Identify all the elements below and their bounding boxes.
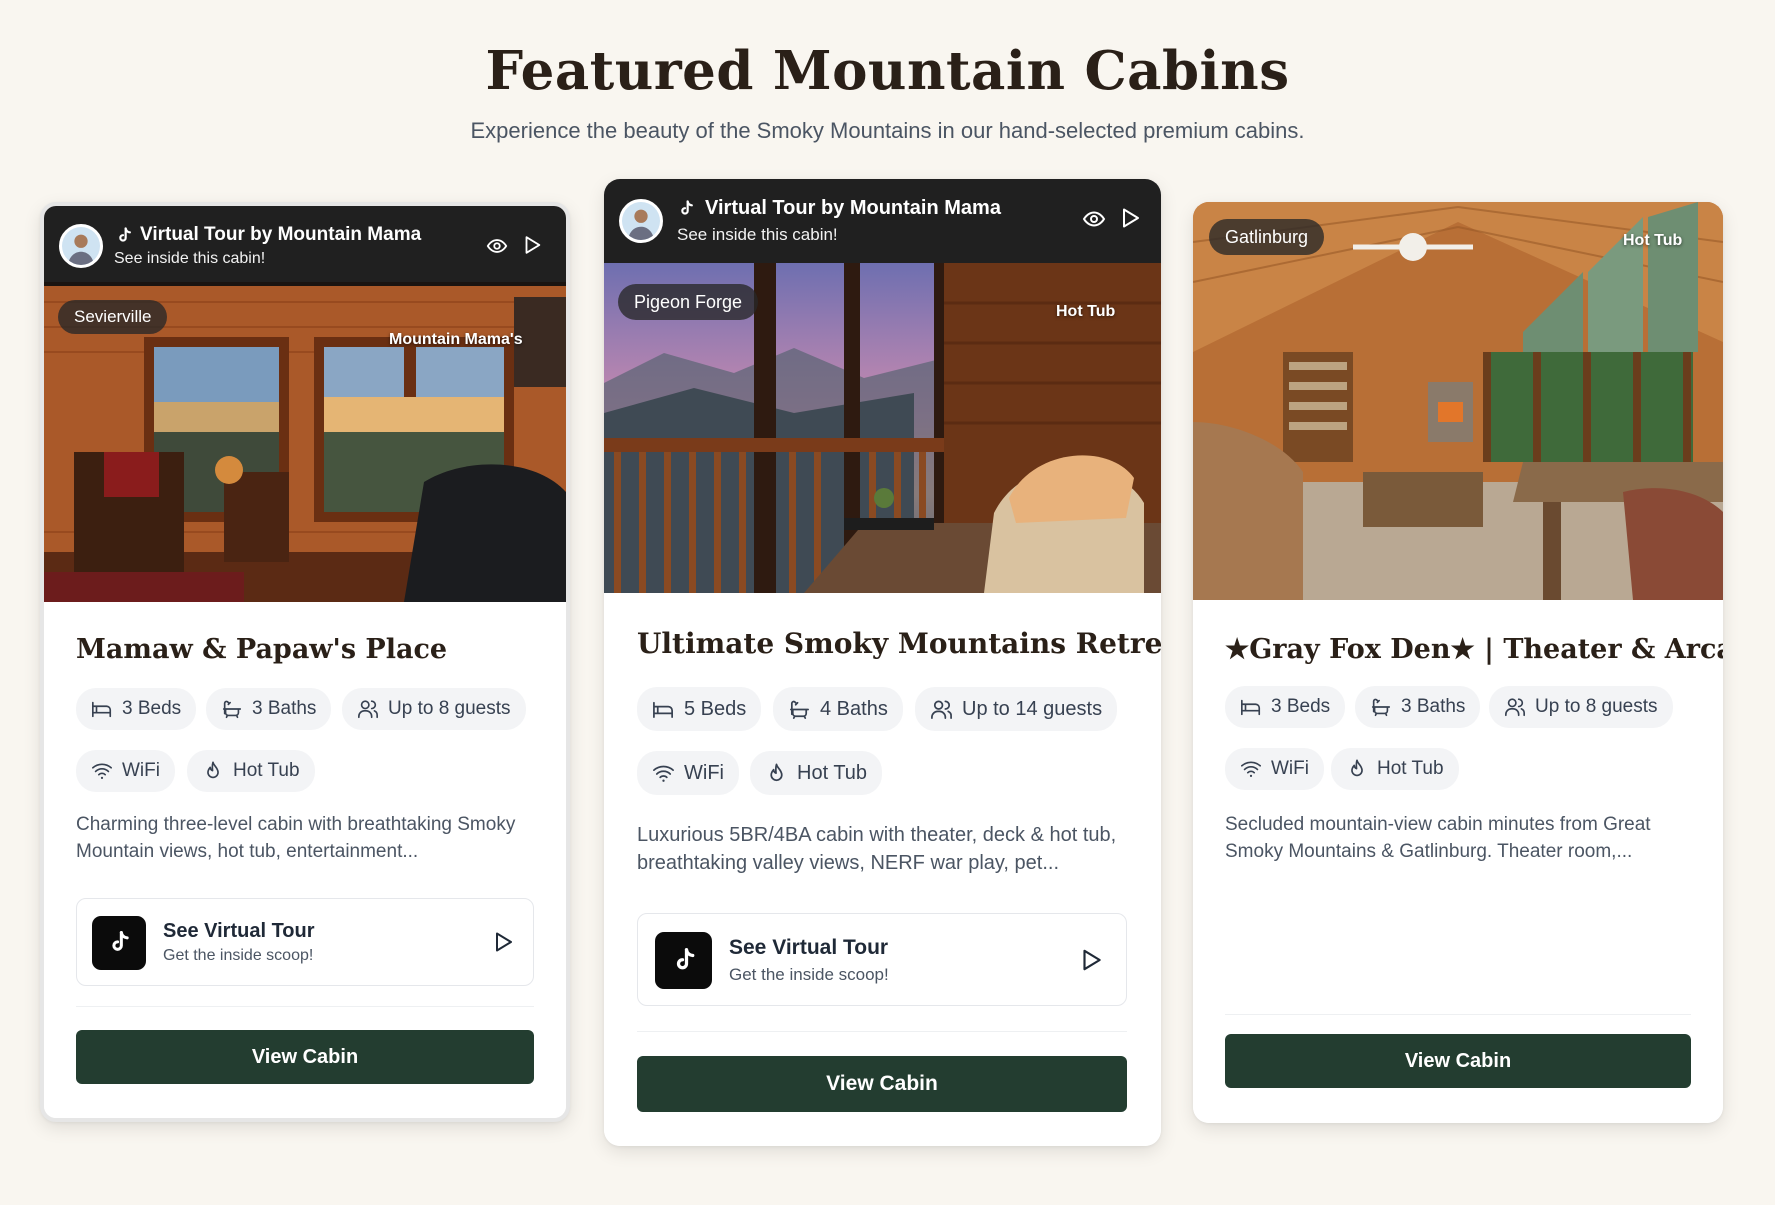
cabin-description: Secluded mountain-view cabin minutes fro… (1225, 814, 1651, 862)
tiktok-icon (669, 946, 699, 976)
divider (637, 1031, 1127, 1032)
guests-label: Up to 8 guests (1535, 696, 1658, 717)
play-icon (491, 930, 515, 954)
view-cabin-button[interactable]: View Cabin (76, 1030, 534, 1084)
guests-label: Up to 8 guests (388, 698, 511, 719)
baths-label: 3 Baths (252, 698, 317, 719)
see-virtual-tour-button[interactable]: See Virtual Tour Get the inside scoop! (637, 913, 1127, 1006)
amenity-pill-hot-tub: Hot Tub (187, 750, 315, 792)
photo-overlay-text: Hot Tub (1056, 303, 1116, 320)
cabin-card-3: Gatlinburg Hot Tub ★Gray Fox Den★ | Thea… (1193, 202, 1723, 1123)
baths-pill: 3 Baths (1355, 686, 1481, 728)
tiktok-icon (114, 226, 134, 246)
section-subtitle: Experience the beauty of the Smoky Mount… (470, 118, 1305, 143)
divider (1225, 1014, 1691, 1015)
virtual-tour-bar[interactable]: Virtual Tour by Mountain Mama See inside… (44, 206, 566, 286)
card-body: Mamaw & Papaw's Place 3 Beds 3 Baths Up … (44, 602, 566, 1118)
virtual-tour-title: See Virtual Tour (163, 920, 315, 942)
tiktok-logo (92, 916, 146, 970)
wifi-icon (91, 760, 113, 782)
eye-icon[interactable] (1082, 207, 1106, 231)
photo-overlay-text: Mountain Mama's (389, 331, 523, 348)
location-badge: Sevierville (58, 300, 168, 334)
cabin-title[interactable]: Mamaw & Papaw's Place (76, 634, 447, 665)
users-icon (1504, 696, 1526, 718)
guests-pill: Up to 8 guests (1489, 686, 1673, 728)
section-title: Featured Mountain Cabins (485, 40, 1290, 102)
play-icon[interactable] (1118, 206, 1142, 230)
bed-icon (1240, 696, 1262, 718)
view-cabin-button[interactable]: View Cabin (637, 1056, 1127, 1112)
amenity-pill-wifi: WiFi (637, 751, 739, 795)
virtual-tour-subtitle: Get the inside scoop! (729, 965, 889, 984)
flame-icon (765, 762, 788, 785)
eye-icon[interactable] (486, 235, 508, 257)
baths-label: 3 Baths (1401, 696, 1466, 717)
tour-subtitle: See inside this cabin! (114, 250, 266, 267)
flame-icon (202, 760, 224, 782)
cabin-description: Luxurious 5BR/4BA cabin with theater, de… (637, 824, 1117, 874)
users-icon (930, 698, 953, 721)
location-badge: Gatlinburg (1209, 219, 1325, 255)
beds-pill: 3 Beds (76, 688, 197, 730)
wifi-icon (1240, 758, 1262, 780)
avatar (59, 224, 103, 268)
amenity-label: WiFi (122, 760, 160, 781)
cabin-photo[interactable] (1193, 202, 1723, 600)
bath-icon (1370, 696, 1392, 718)
see-virtual-tour-button[interactable]: See Virtual Tour Get the inside scoop! (76, 898, 534, 986)
card-body: ★Gray Fox Den★ | Theater & Arcad... 3 Be… (1193, 600, 1723, 1123)
tour-title: Virtual Tour by Mountain Mama (140, 224, 422, 245)
play-icon[interactable] (521, 234, 543, 256)
baths-label: 4 Baths (820, 697, 888, 720)
location-badge: Pigeon Forge (618, 284, 759, 320)
virtual-tour-subtitle: Get the inside scoop! (163, 947, 314, 964)
cabin-card-2: Virtual Tour by Mountain Mama See inside… (604, 179, 1161, 1146)
amenity-label: WiFi (1271, 758, 1309, 779)
virtual-tour-title: See Virtual Tour (729, 936, 889, 959)
amenity-pill-wifi: WiFi (1225, 748, 1324, 790)
tiktok-logo (655, 932, 712, 989)
guests-pill: Up to 8 guests (342, 688, 526, 730)
tiktok-icon (676, 199, 696, 219)
photo-overlay-text: Hot Tub (1623, 232, 1683, 249)
cabin-title[interactable]: ★Gray Fox Den★ | Theater & Arcad... (1225, 634, 1723, 665)
virtual-tour-bar[interactable]: Virtual Tour by Mountain Mama See inside… (604, 179, 1161, 263)
amenity-label: Hot Tub (233, 760, 300, 781)
amenity-label: Hot Tub (1377, 758, 1444, 779)
cabin-title[interactable]: Ultimate Smoky Mountains Retreat (637, 627, 1161, 660)
view-cabin-button[interactable]: View Cabin (1225, 1034, 1691, 1088)
baths-pill: 4 Baths (773, 687, 903, 731)
tour-title: Virtual Tour by Mountain Mama (705, 197, 1001, 219)
baths-pill: 3 Baths (206, 688, 332, 730)
amenity-label: WiFi (684, 761, 724, 784)
bath-icon (221, 698, 243, 720)
amenity-pill-hot-tub: Hot Tub (1331, 748, 1459, 790)
beds-label: 3 Beds (122, 698, 182, 719)
beds-pill: 3 Beds (1225, 686, 1346, 728)
flame-icon (1346, 758, 1368, 780)
play-icon (1078, 947, 1104, 973)
tour-subtitle: See inside this cabin! (677, 225, 838, 244)
bath-icon (788, 698, 811, 721)
bed-icon (91, 698, 113, 720)
avatar (619, 199, 663, 243)
amenity-label: Hot Tub (797, 761, 868, 784)
guests-pill: Up to 14 guests (915, 687, 1118, 731)
bed-icon (652, 698, 675, 721)
users-icon (357, 698, 379, 720)
divider (76, 1006, 534, 1007)
wifi-icon (652, 762, 675, 785)
cabin-card-1: Virtual Tour by Mountain Mama See inside… (40, 202, 570, 1122)
guests-label: Up to 14 guests (962, 697, 1103, 720)
beds-label: 3 Beds (1271, 696, 1331, 717)
beds-pill: 5 Beds (637, 687, 762, 731)
amenity-pill-wifi: WiFi (76, 750, 175, 792)
cabin-description: Charming three-level cabin with breathta… (76, 814, 516, 862)
amenity-pill-hot-tub: Hot Tub (750, 751, 883, 795)
card-body: Ultimate Smoky Mountains Retreat 5 Beds … (604, 593, 1161, 1146)
tiktok-icon (105, 929, 133, 957)
beds-label: 5 Beds (684, 697, 747, 720)
